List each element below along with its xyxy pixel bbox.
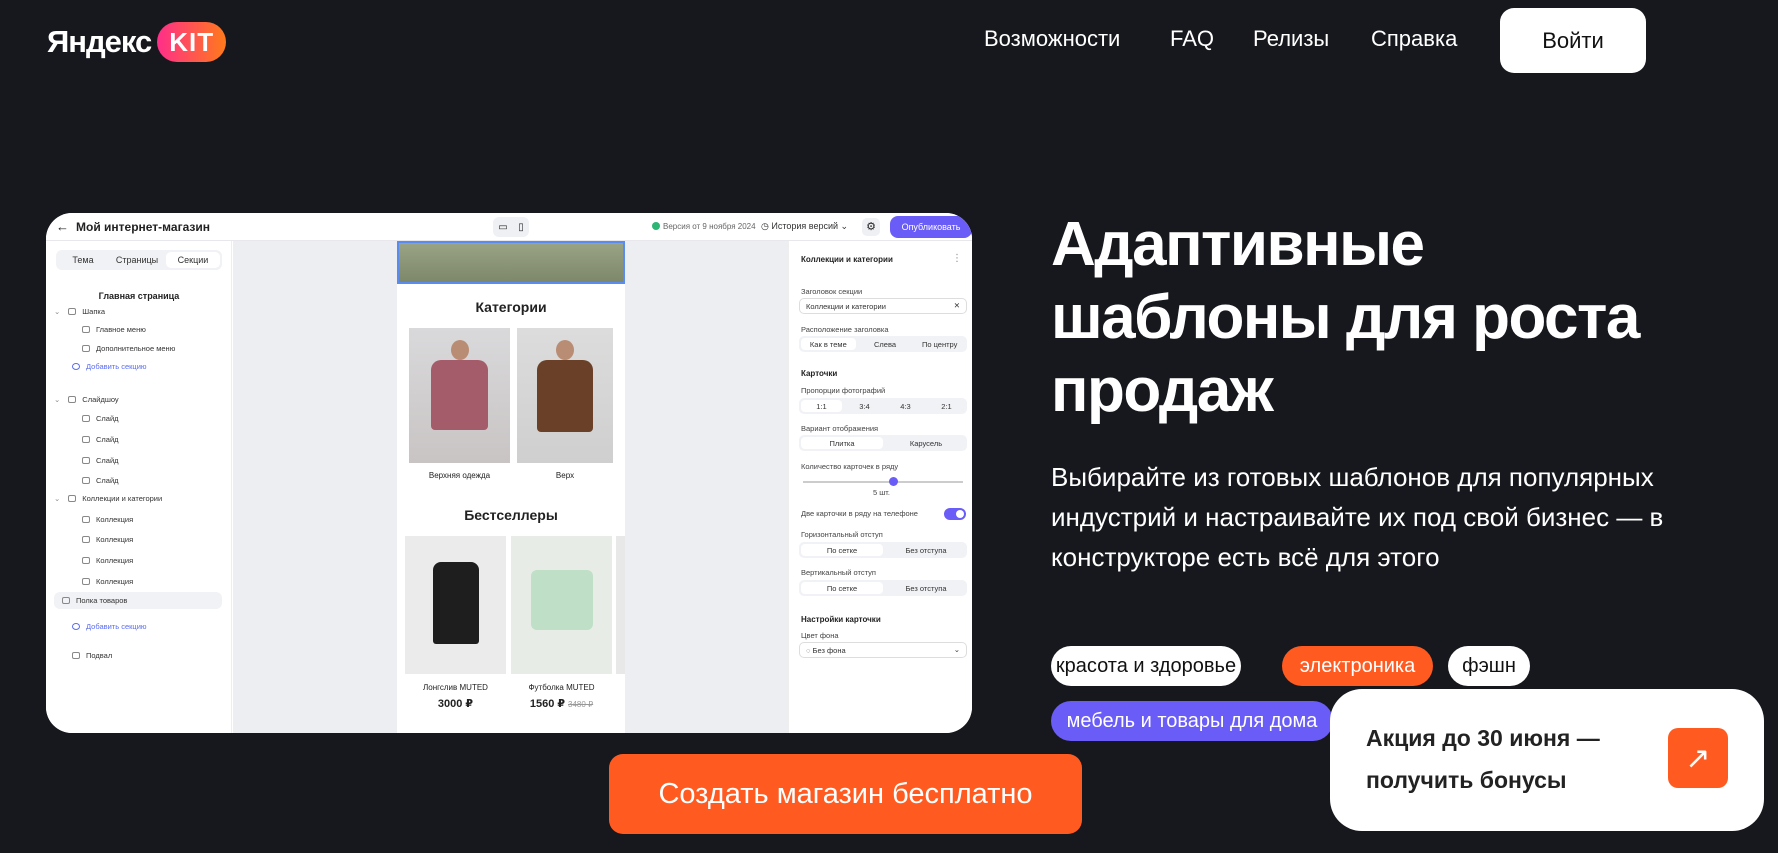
close-icon: ✕ <box>953 301 960 310</box>
card-settings-heading: Настройки карточки <box>801 615 881 624</box>
tree-collection: Коллекция <box>82 577 133 586</box>
field-label: Расположение заголовка <box>801 325 889 334</box>
promo-text: Акция до 30 июня — получить бонусы <box>1366 725 1600 793</box>
vertical-gap-segment: По сетке Без отступа <box>799 580 967 596</box>
tree-slideshow: ⌄ Слайдшоу <box>54 395 119 404</box>
tree-collection: Коллекция <box>82 535 133 544</box>
tab-sections: Секции <box>166 252 220 268</box>
nav-features[interactable]: Возможности <box>984 26 1120 52</box>
sidebar-heading: Главная страница <box>98 291 180 301</box>
category-label: Верх <box>555 471 575 480</box>
field-label: Количество карточек в ряду <box>801 462 899 471</box>
field-label: Цвет фона <box>801 631 839 640</box>
version-text: Версия от 9 ноября 2024 <box>663 222 756 231</box>
chevron-down-icon: ⌄ <box>953 645 960 654</box>
tag-electronics[interactable]: электроника <box>1282 646 1433 686</box>
history-label: История версий <box>771 221 839 231</box>
hero-title: Адаптивные шаблоны для роста продаж <box>1051 210 1640 425</box>
slideshow-image <box>397 241 625 284</box>
bestsellers-title: Бестселлеры <box>464 507 558 523</box>
cards-heading: Карточки <box>801 369 838 378</box>
field-label: Вертикальный отступ <box>801 568 876 577</box>
arrow-left-icon: ← <box>56 219 69 234</box>
editor-title: Мой интернет-магазин <box>76 220 210 234</box>
login-button[interactable]: Войти <box>1500 8 1646 73</box>
preview-page: Категории Верхняя одежда Верх Бестселлер… <box>397 241 625 733</box>
tab-theme: Тема <box>72 255 94 265</box>
tree-add-section: Добавить секцию <box>72 362 147 371</box>
cards-per-row-slider <box>803 477 963 486</box>
tree-slide: Слайд <box>82 414 119 423</box>
editor-canvas: Категории Верхняя одежда Верх Бестселлер… <box>233 241 793 733</box>
product-name: Лонгслив MUTED <box>423 683 488 692</box>
history-dropdown: ◷ История версий ⌄ <box>761 221 849 231</box>
slider-knob <box>889 477 898 486</box>
slider-value: 5 шт. <box>873 488 890 497</box>
tree-shelf: Полка товаров <box>54 592 222 609</box>
mobile-icon: ▯ <box>518 221 524 233</box>
tree-extra-menu: Дополнительное меню <box>82 344 175 353</box>
field-label: Горизонтальный отступ <box>801 530 883 539</box>
hero-subtitle: Выбирайте из готовых шаблонов для популя… <box>1051 462 1664 572</box>
tree-collection: Коллекция <box>82 556 133 565</box>
title-position-segment: Как в теме Слева По центру <box>799 336 967 352</box>
nav-faq[interactable]: FAQ <box>1170 26 1214 52</box>
category-label: Верхняя одежда <box>428 471 491 480</box>
editor-preview: ← Мой интернет-магазин ▭ ▯ Версия от 9 но… <box>46 213 972 733</box>
field-label: Заголовок секции <box>801 287 863 296</box>
field-label: Вариант отображения <box>801 424 879 433</box>
field-label: Пропорции фотографий <box>801 386 886 395</box>
create-store-button[interactable]: Создать магазин бесплатно <box>609 754 1082 834</box>
product-image <box>405 536 506 674</box>
section-title-input: Коллекции и категории ✕ <box>799 298 967 314</box>
category-image <box>517 328 613 463</box>
sections-sidebar: Тема Страницы Секции Главная страница ⌄ Ш… <box>46 241 232 733</box>
logo[interactable]: Яндекс KIT <box>47 22 227 62</box>
version-status: Версия от 9 ноября 2024 <box>652 222 756 231</box>
tab-pages: Страницы <box>115 255 159 265</box>
tag-beauty[interactable]: красота и здоровье <box>1051 646 1241 686</box>
nav-releases[interactable]: Релизы <box>1253 26 1329 52</box>
settings-title: Коллекции и категории <box>801 255 893 264</box>
tree-main-menu: Главное меню <box>82 325 146 334</box>
desktop-icon: ▭ <box>498 221 508 233</box>
photo-ratio-segment: 1:1 3:4 4:3 2:1 <box>799 398 967 414</box>
tree-add-section: Добавить секцию <box>72 622 147 631</box>
field-label: Две карточки в ряду на телефоне <box>801 509 918 518</box>
check-icon <box>652 222 660 230</box>
product-price: 1560 ₽3480 ₽ <box>529 698 594 710</box>
category-image <box>409 328 510 463</box>
two-cards-toggle <box>944 508 966 520</box>
sidebar-tabs: Тема Страницы Секции <box>56 250 222 270</box>
gear-icon: ⚙ <box>862 218 880 236</box>
logo-text: Яндекс <box>47 24 152 59</box>
bg-color-select: ◌ Без фона ⌄ <box>799 642 967 658</box>
logo-badge: KIT <box>157 22 227 62</box>
horizontal-gap-segment: По сетке Без отступа <box>799 542 967 558</box>
promo-card[interactable]: Акция до 30 июня — получить бонусы ↗ <box>1330 689 1764 831</box>
product-image <box>511 536 612 674</box>
display-segment: Плитка Карусель <box>799 435 967 451</box>
tree-collection: Коллекция <box>82 515 133 524</box>
editor-topbar: ← Мой интернет-магазин ▭ ▯ Версия от 9 но… <box>46 213 972 241</box>
tree-slide: Слайд <box>82 476 119 485</box>
product-image <box>616 536 625 674</box>
arrow-up-right-icon[interactable]: ↗ <box>1668 728 1728 788</box>
more-icon: ⋮ <box>952 253 962 264</box>
tree-header: ⌄ Шапка <box>54 307 106 316</box>
product-price: 3000 ₽ <box>437 698 474 710</box>
tree-collections: ⌄ Коллекции и категории <box>54 494 163 503</box>
tag-furniture[interactable]: мебель и товары для дома <box>1051 701 1333 741</box>
device-switcher: ▭ ▯ <box>493 217 529 237</box>
publish-button: Опубликовать <box>890 216 972 238</box>
nav-help[interactable]: Справка <box>1371 26 1457 52</box>
tag-fashion[interactable]: фэшн <box>1448 646 1530 686</box>
tree-footer: Подвал <box>72 651 112 660</box>
tree-slide: Слайд <box>82 456 119 465</box>
tree-slide: Слайд <box>82 435 119 444</box>
categories-title: Категории <box>475 299 547 315</box>
settings-panel: Коллекции и категории ⋮ Заголовок секции… <box>788 241 972 733</box>
product-name: Футболка MUTED <box>528 683 595 692</box>
